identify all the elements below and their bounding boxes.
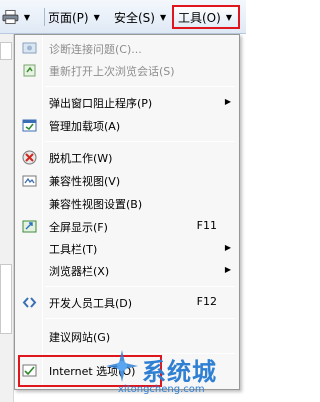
full-screen-icon — [21, 218, 37, 234]
page-fragment — [0, 264, 12, 334]
menu-item-label: 弹出窗口阻止程序(P) — [49, 97, 153, 110]
menu-separator — [45, 141, 235, 142]
menu-item-label: 脱机工作(W) — [49, 152, 113, 165]
safety-menu-button[interactable]: 安全(S) ▼ — [114, 6, 166, 28]
menu-item-developer-tools[interactable]: 开发人员工具(D) F12 — [15, 291, 239, 313]
menu-separator — [45, 318, 235, 319]
menu-item-manage-addons[interactable]: 管理加载项(A) — [15, 114, 239, 136]
menu-item-reopen-session[interactable]: 重新打开上次浏览会话(S) — [15, 59, 239, 81]
menu-item-explorer-bars[interactable]: 浏览器栏(X) ▶ — [15, 259, 239, 281]
diagnose-connection-icon — [21, 40, 37, 56]
chevron-down-icon: ▼ — [93, 12, 100, 22]
menu-separator — [45, 86, 235, 87]
menu-item-toolbars[interactable]: 工具栏(T) ▶ — [15, 237, 239, 259]
page-fragment — [0, 42, 12, 60]
menu-item-label: 诊断连接问题(C)... — [49, 43, 142, 56]
work-offline-icon — [21, 149, 37, 165]
safety-menu-label: 安全(S) — [114, 10, 155, 25]
menu-item-compatibility-view[interactable]: 兼容性视图(V) — [15, 169, 239, 191]
submenu-arrow-icon: ▶ — [224, 243, 231, 252]
chevron-down-icon: ▼ — [159, 12, 167, 22]
watermark-logo-icon — [106, 350, 138, 382]
menu-item-label: 管理加载项(A) — [49, 120, 121, 133]
developer-tools-icon — [21, 294, 37, 310]
menu-item-suggested-sites[interactable]: 建议网站(G) — [15, 325, 239, 347]
manage-addons-icon — [21, 117, 37, 133]
watermark-name: 系统城 — [142, 358, 217, 386]
submenu-arrow-icon: ▶ — [224, 97, 231, 106]
menu-item-compatibility-settings[interactable]: 兼容性视图设置(B) — [15, 192, 239, 214]
page-menu-label: 页面(P) — [48, 10, 89, 25]
menu-item-shortcut: F12 — [196, 295, 217, 308]
menu-item-label: 兼容性视图(V) — [49, 175, 121, 188]
tools-menu-label: 工具(O) — [178, 10, 221, 25]
toolbar-divider — [44, 8, 45, 26]
command-bar: ▼ 页面(P) ▼ 安全(S) ▼ 工具(O) ▼ — [0, 0, 246, 34]
watermark: 系统城 xitongcheng.com — [104, 346, 246, 402]
page-menu-button[interactable]: 页面(P) ▼ — [48, 6, 100, 28]
menu-item-label: 兼容性视图设置(B) — [49, 198, 143, 211]
chevron-down-icon: ▼ — [23, 12, 30, 22]
menu-item-shortcut: F11 — [196, 219, 217, 232]
compatibility-view-icon — [21, 172, 37, 188]
printer-icon — [2, 9, 19, 25]
menu-item-label: 全屏显示(F) — [49, 221, 108, 234]
menu-item-label: 浏览器栏(X) — [49, 265, 110, 278]
menu-item-diagnose-connection[interactable]: 诊断连接问题(C)... — [15, 37, 239, 59]
menu-item-label: 重新打开上次浏览会话(S) — [49, 65, 175, 78]
menu-item-label: 建议网站(G) — [49, 331, 111, 344]
menu-item-full-screen[interactable]: 全屏显示(F) F11 — [15, 215, 239, 237]
menu-item-label: 开发人员工具(D) — [49, 297, 133, 310]
reopen-session-icon — [21, 62, 37, 78]
tools-dropdown-menu: 诊断连接问题(C)... 重新打开上次浏览会话(S) 弹出窗口阻止程序(P) ▶… — [14, 34, 240, 390]
chevron-down-icon: ▼ — [225, 12, 232, 22]
page-content-strip — [0, 34, 14, 402]
print-button[interactable]: ▼ — [2, 6, 30, 28]
menu-separator — [45, 286, 235, 287]
tools-menu-button[interactable]: 工具(O) ▼ — [172, 5, 240, 29]
menu-item-work-offline[interactable]: 脱机工作(W) — [15, 146, 239, 168]
submenu-arrow-icon: ▶ — [224, 265, 231, 274]
watermark-url: xitongcheng.com — [118, 384, 205, 395]
menu-item-label: 工具栏(T) — [49, 243, 98, 256]
menu-item-popup-blocker[interactable]: 弹出窗口阻止程序(P) ▶ — [15, 91, 239, 113]
